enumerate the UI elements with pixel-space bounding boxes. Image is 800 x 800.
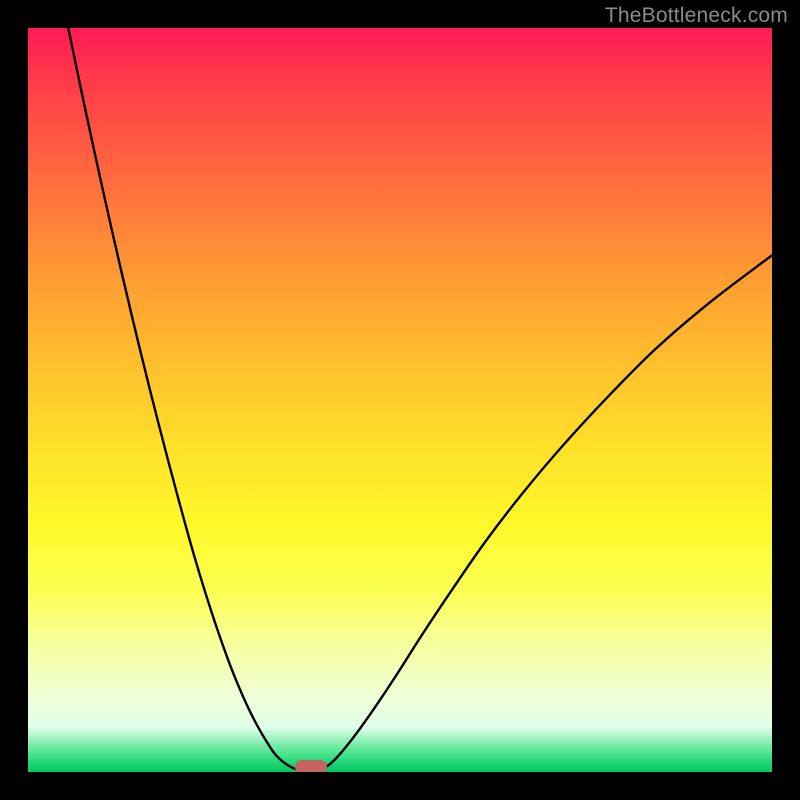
plot-area (28, 28, 772, 772)
curve-svg (28, 28, 772, 772)
watermark-text: TheBottleneck.com (605, 4, 788, 28)
curve-left (65, 28, 311, 772)
curve-right (311, 255, 772, 772)
minimum-marker (295, 760, 327, 772)
chart-frame: TheBottleneck.com (0, 0, 800, 800)
